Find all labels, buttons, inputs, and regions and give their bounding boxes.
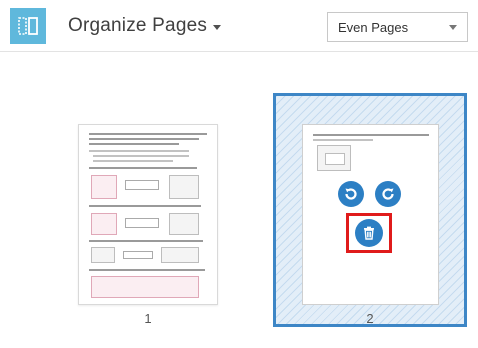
rotate-counterclockwise-icon [345,188,357,200]
diagram-box [125,218,159,228]
text-line [89,240,203,242]
title-menu[interactable]: Organize Pages [68,12,222,40]
rotate-counterclockwise-button[interactable] [338,181,364,207]
screenshot-image [91,175,117,199]
caret-down-icon [213,24,222,30]
screenshot-image [91,247,115,263]
text-line [89,143,179,145]
screenshot-image [91,213,117,235]
page-number-1: 1 [144,311,152,326]
page-range-select[interactable]: Even Pages [327,12,468,42]
text-line [89,150,189,152]
toolbar-header: Organize Pages Even Pages [0,0,478,52]
text-line [93,160,173,162]
text-line [89,167,197,169]
rotate-clockwise-button[interactable] [375,181,401,207]
text-line [313,139,373,141]
page-range-value: Even Pages [338,19,409,35]
screenshot-image [161,247,199,263]
screenshot-image [169,175,199,199]
rotate-clockwise-icon [382,188,394,200]
diagram-box [125,180,159,190]
text-line [89,269,205,271]
chevron-down-icon [449,24,457,30]
screenshot-image [91,276,199,298]
page-number-2: 2 [366,311,374,326]
page-thumbnail-1[interactable] [78,124,218,305]
text-line [313,134,429,136]
screenshot-image [169,213,199,235]
trash-icon [364,226,374,240]
diagram-box [123,251,153,259]
page-title: Organize Pages [68,15,208,36]
delete-button-circle [355,219,383,247]
organize-pages-icon[interactable] [10,8,46,44]
text-line [89,138,199,140]
text-line [89,205,201,207]
delete-page-button[interactable] [346,213,392,253]
text-line [89,133,207,135]
text-line [93,155,189,157]
screenshot-image [325,153,345,165]
